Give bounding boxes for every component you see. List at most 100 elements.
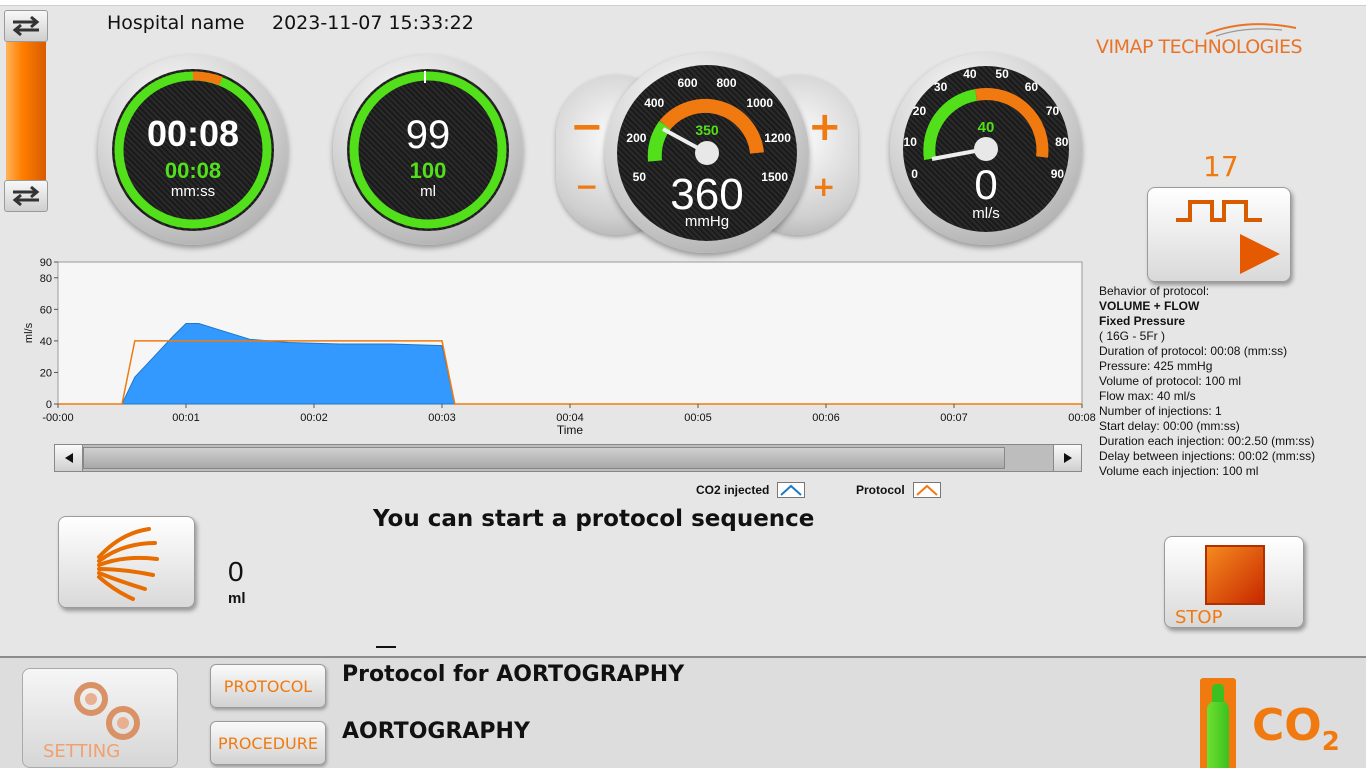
- flow-tick-label: 80: [1055, 135, 1069, 150]
- protocol-button[interactable]: PROTOCOL: [210, 664, 326, 708]
- flow-tick-label: 20: [912, 104, 927, 119]
- date-time: 2023-11-07 15:33:22: [272, 12, 474, 34]
- scroll-thumb[interactable]: [83, 447, 1005, 469]
- protocol-info-line: Flow max: 40 ml/s: [1099, 389, 1196, 403]
- gas-label-main: CO: [1252, 700, 1322, 751]
- x-tick-label: 00:07: [940, 412, 968, 424]
- protocol-info-line: Volume of protocol: 100 ml: [1099, 374, 1242, 388]
- stop-button[interactable]: STOP: [1164, 536, 1304, 628]
- pressure-tick-label: 50: [632, 169, 646, 184]
- gas-label-sub: 2: [1321, 726, 1340, 757]
- target-volume: 100: [409, 158, 447, 183]
- pressure-minus-large-button[interactable]: −: [570, 104, 604, 150]
- protocol-info-line: Duration each injection: 00:2.50 (mm:ss): [1099, 434, 1315, 448]
- procedure-button[interactable]: PROCEDURE: [210, 721, 326, 765]
- protocol-info-line: VOLUME + FLOW: [1099, 299, 1200, 313]
- flow-tick-label: 10: [903, 135, 917, 150]
- slider-fill[interactable]: [6, 42, 46, 180]
- y-tick-label: 40: [40, 336, 52, 348]
- flow-tick-label: 90: [1050, 166, 1065, 181]
- x-tick-label: 00:05: [684, 412, 712, 424]
- volume-unit: ml: [420, 183, 436, 200]
- cursor-line: [376, 646, 396, 648]
- protocol-info-line: Volume each injection: 100 ml: [1099, 464, 1259, 478]
- bottom-panel: SETTING PROTOCOL PROCEDURE Protocol for …: [0, 656, 1366, 768]
- vertical-slider[interactable]: [4, 10, 48, 212]
- pressure-tick-label: 400: [644, 96, 665, 111]
- legend-protocol-label: Protocol: [856, 483, 905, 497]
- flush-volume-unit: ml: [228, 590, 246, 607]
- setting-button[interactable]: SETTING: [22, 668, 178, 768]
- pressure-unit: mmHg: [684, 213, 730, 230]
- elapsed-time: 00:08: [146, 113, 240, 154]
- x-axis-label: Time: [557, 423, 584, 437]
- square-wave-icon: [1176, 200, 1280, 274]
- pressure-plus-small-button[interactable]: +: [812, 170, 835, 203]
- pressure-tick-label: 1200: [764, 130, 791, 145]
- flow-chart: 0 20 40 60 80 90 -00:00 00:01 00:02 00:03 00:04 00:…: [20, 254, 1100, 446]
- pressure-plus-large-button[interactable]: +: [808, 104, 842, 150]
- pressure-minus-small-button[interactable]: −: [575, 170, 598, 203]
- flush-button[interactable]: [58, 516, 195, 608]
- swap-arrows-icon[interactable]: [4, 180, 48, 212]
- x-tick-label: 00:08: [1068, 412, 1096, 424]
- time-unit: mm:ss: [170, 183, 216, 200]
- protocol-info-line: Number of injections: 1: [1099, 404, 1222, 418]
- time-gauge: 00:08 00:08 mm:ss: [98, 55, 288, 245]
- pressure-tick-label: 800: [716, 75, 737, 90]
- x-tick-label: 00:01: [172, 412, 200, 424]
- gas-label: CO2: [1252, 700, 1340, 757]
- procedure-name: AORTOGRAPHY: [342, 719, 530, 744]
- pressure-tick-label: 200: [626, 130, 647, 145]
- protocol-name: Protocol for AORTOGRAPHY: [342, 662, 685, 687]
- flow-setpoint: 40: [977, 119, 995, 136]
- x-tick-label: 00:06: [812, 412, 840, 424]
- scroll-right-button[interactable]: [1053, 445, 1081, 471]
- vimap-logo: VIMAP TECHNOLOGIES: [1096, 23, 1303, 58]
- y-tick-label: 80: [40, 273, 52, 285]
- legend-co2-label: CO2 injected: [696, 483, 770, 497]
- flow-tick-label: 0: [911, 166, 918, 181]
- y-axis-label: ml/s: [23, 322, 35, 343]
- legend-co2-swatch: [777, 482, 805, 498]
- protocol-info-line: Delay between injections: 00:02 (mm:ss): [1099, 449, 1316, 463]
- protocol-info-line: Fixed Pressure: [1099, 314, 1186, 328]
- protocol-info-line: Behavior of protocol:: [1099, 284, 1210, 298]
- stop-square-icon: [1205, 545, 1265, 605]
- flow-tick-label: 30: [933, 80, 948, 95]
- gas-cylinder-icon: [1200, 678, 1236, 768]
- logo-text: VIMAP TECHNOLOGIES: [1096, 36, 1303, 58]
- flow-tick-label: 60: [1024, 80, 1039, 95]
- stop-label: STOP: [1175, 607, 1223, 628]
- flow-unit: ml/s: [972, 205, 1000, 222]
- y-tick-label: 20: [40, 367, 52, 379]
- legend-protocol-swatch: [913, 482, 941, 498]
- spray-icon: [97, 527, 159, 601]
- flow-tick-label: 70: [1045, 104, 1060, 119]
- protocol-info-line: ( 16G - 5Fr ): [1099, 329, 1166, 343]
- setting-label: SETTING: [43, 741, 121, 762]
- swap-arrows-icon[interactable]: [4, 10, 48, 42]
- status-message: You can start a protocol sequence: [373, 506, 815, 532]
- window-top-edge: [0, 0, 1366, 6]
- pressure-gauge: 350 360 mmHg 50 200 400 600 800 1000 1200 1500: [605, 53, 809, 253]
- y-tick-label: 0: [46, 399, 52, 411]
- x-tick-label: -00:00: [42, 412, 73, 424]
- flow-tick-label: 50: [995, 66, 1009, 81]
- protocol-info-line: Duration of protocol: 00:08 (mm:ss): [1099, 344, 1288, 358]
- pressure-tick-label: 600: [677, 75, 698, 90]
- scroll-left-button[interactable]: [55, 445, 83, 471]
- protocol-info-line: Start delay: 00:00 (mm:ss): [1099, 419, 1240, 433]
- pulse-count: 17: [1203, 150, 1239, 183]
- pressure-tick-label: 1500: [761, 169, 788, 184]
- flow-gauge: 40 0 ml/s 0 10 20 30 40 50 60 70 80 90: [890, 53, 1082, 245]
- injected-volume: 99: [405, 113, 451, 157]
- start-protocol-button[interactable]: [1147, 187, 1291, 282]
- volume-gauge: 99 100 ml: [333, 55, 523, 245]
- chart-scrollbar[interactable]: [54, 444, 1082, 472]
- x-tick-label: 00:03: [428, 412, 456, 424]
- target-time: 00:08: [164, 158, 222, 183]
- flush-volume-value: 0: [228, 556, 244, 587]
- protocol-info-line: Pressure: 425 mmHg: [1099, 359, 1213, 373]
- pressure-tick-label: 1000: [746, 96, 774, 111]
